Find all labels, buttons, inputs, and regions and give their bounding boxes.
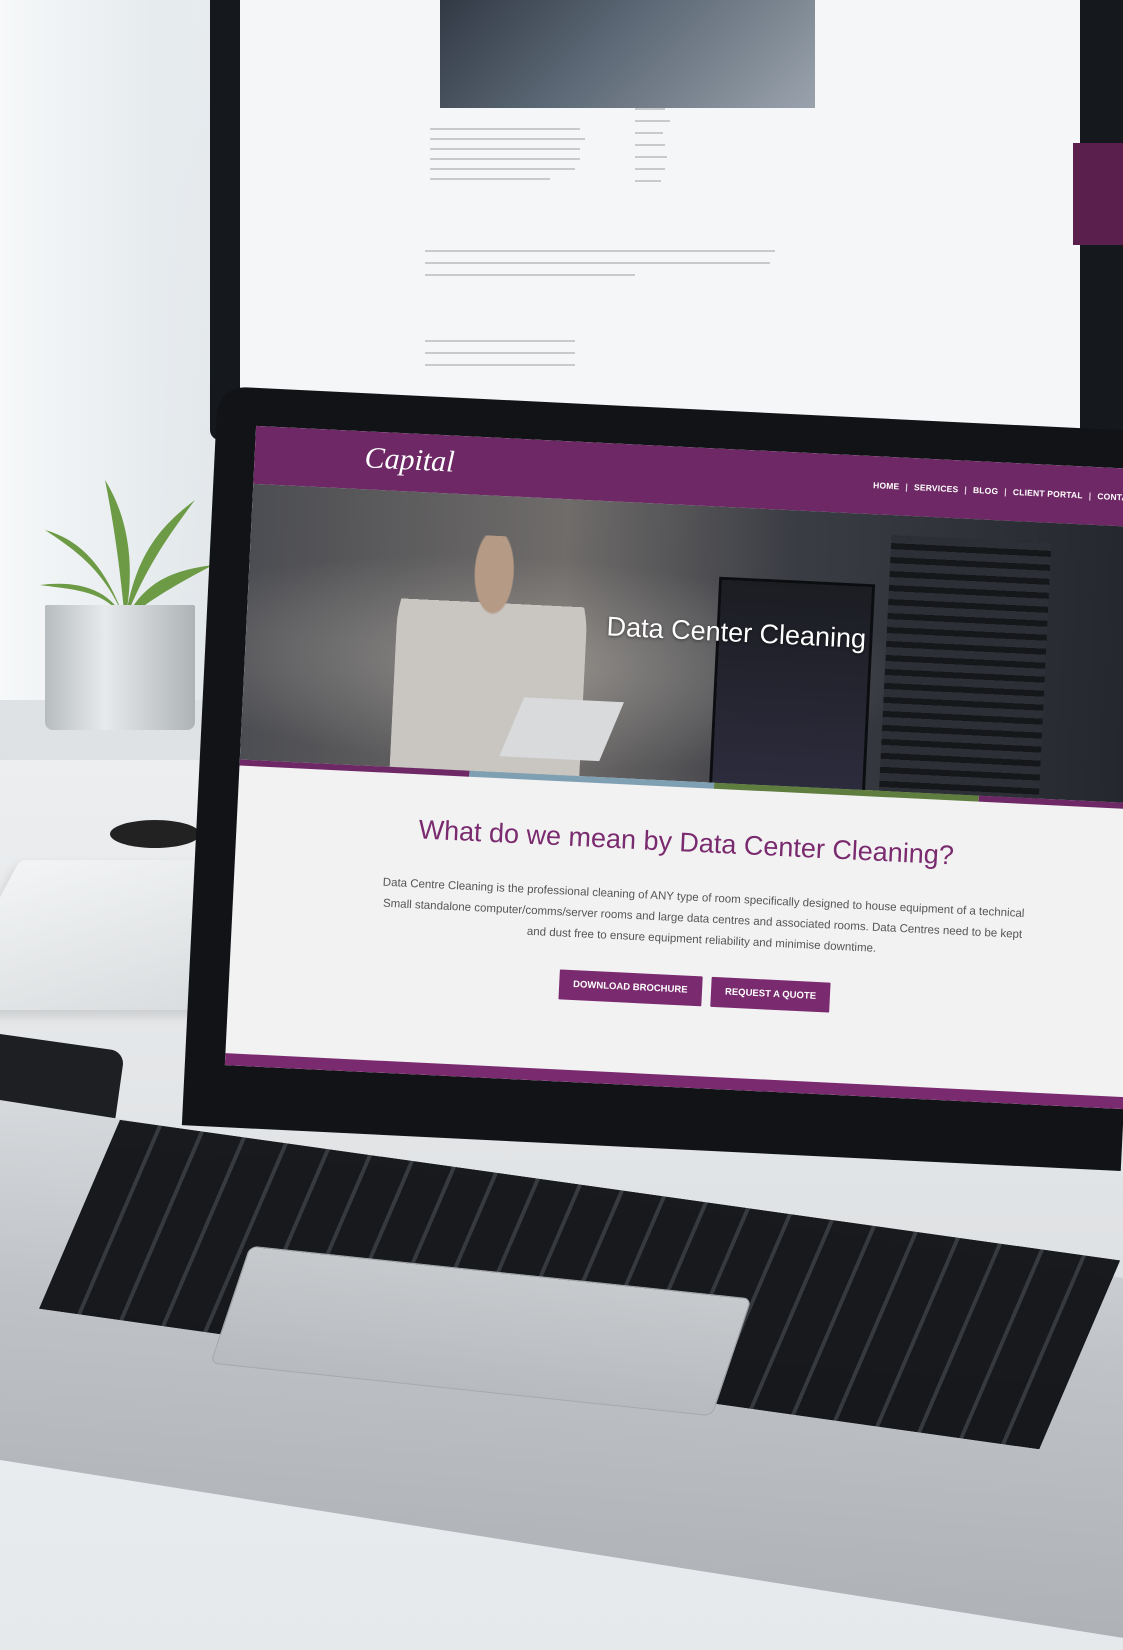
monitor: [210, 0, 1123, 440]
request-quote-button[interactable]: REQUEST A QUOTE: [710, 976, 831, 1013]
plant-pot: [45, 605, 195, 730]
monitor-screen: [240, 0, 1080, 435]
hero-door: [708, 576, 876, 801]
site-logo[interactable]: Capital: [364, 441, 456, 479]
nav-separator: |: [905, 481, 909, 492]
nav-separator: |: [1004, 486, 1008, 497]
side-panel-glyph: [1110, 183, 1120, 215]
content-section: What do we mean by Data Center Cleaning?…: [225, 766, 1123, 1110]
nav-item-blog[interactable]: BLOG: [973, 485, 999, 496]
lens-cap: [110, 820, 200, 848]
hero-banner: Data Center Cleaning: [239, 483, 1123, 804]
nav-separator: |: [1088, 490, 1092, 501]
laptop-screen: Capital HOME | SERVICES | BLOG | CLIENT …: [224, 425, 1123, 1110]
site-nav: HOME | SERVICES | BLOG | CLIENT PORTAL |…: [873, 480, 1123, 503]
nav-item-contact[interactable]: CONTACT: [1097, 491, 1123, 503]
section-body: Data Centre Cleaning is the professional…: [321, 870, 1083, 970]
hero-server-rack: [878, 535, 1052, 803]
nav-separator: |: [964, 484, 968, 495]
monitor-photo: [440, 0, 815, 108]
laptop-lid: Capital HOME | SERVICES | BLOG | CLIENT …: [181, 386, 1123, 1172]
section-heading: What do we mean by Data Center Cleaning?: [417, 814, 955, 871]
nav-item-client-portal[interactable]: CLIENT PORTAL: [1013, 487, 1083, 500]
nav-item-home[interactable]: HOME: [873, 480, 900, 491]
plant-icon: [40, 480, 213, 620]
nav-item-services[interactable]: SERVICES: [914, 482, 959, 494]
download-brochure-button[interactable]: DOWNLOAD BROCHURE: [558, 969, 703, 1007]
